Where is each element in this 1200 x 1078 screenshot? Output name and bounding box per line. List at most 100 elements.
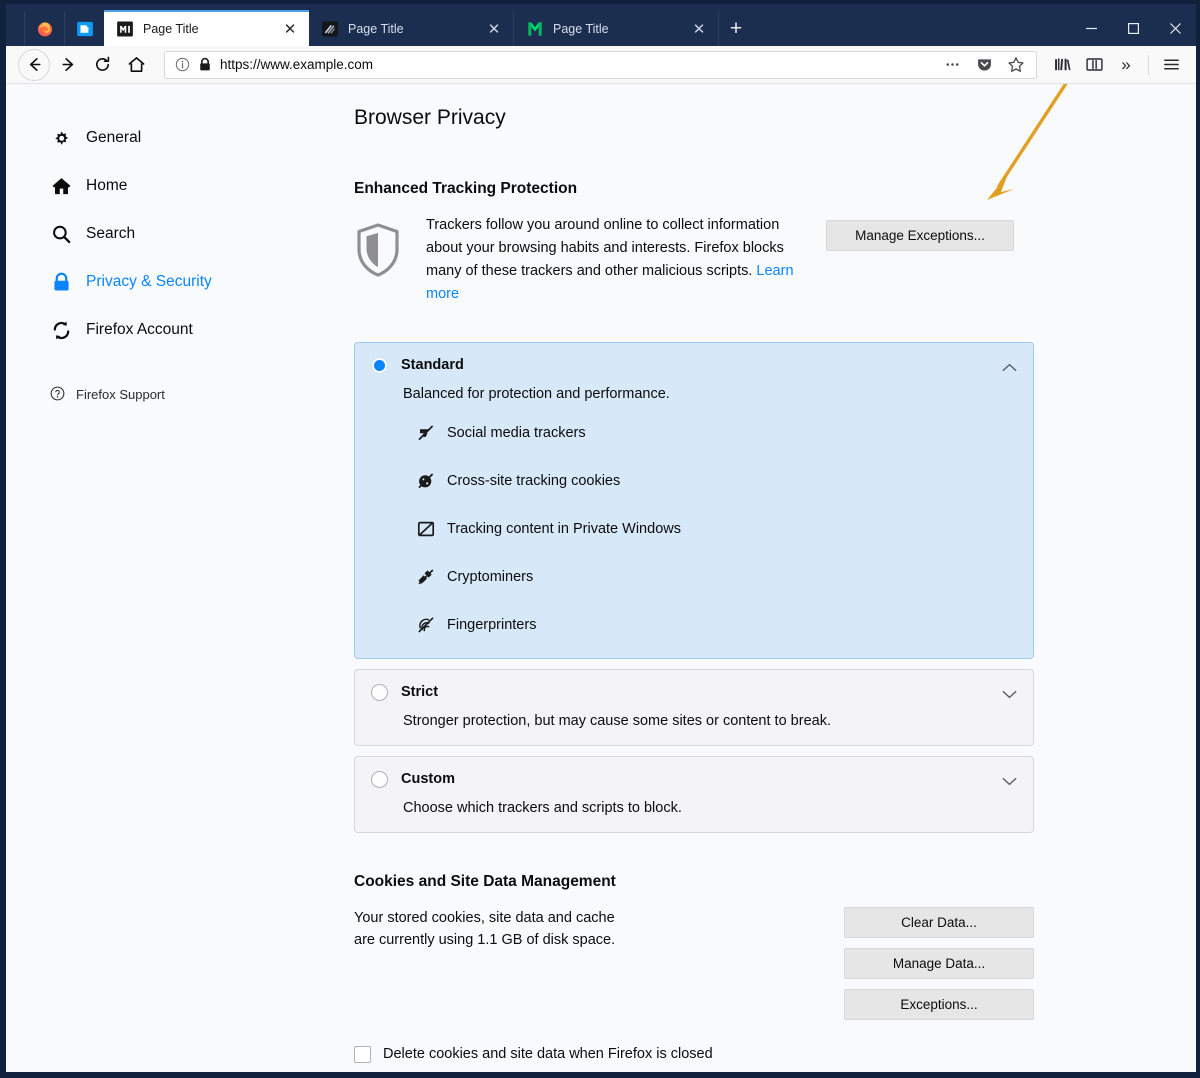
sidebar-support-label: Firefox Support [76,387,165,402]
radio-custom[interactable] [371,771,388,788]
private-window-icon [417,520,435,538]
tab-close-button[interactable]: ✕ [281,20,299,38]
minimize-button[interactable] [1070,11,1112,45]
navigation-toolbar: https://www.example.com [6,46,1196,84]
option-description: Stronger protection, but may cause some … [403,713,1017,729]
home-icon [50,175,72,197]
window-controls [1070,10,1196,46]
tab-title: Page Title [348,22,476,36]
cookies-description: Your stored cookies, site data and cache… [354,907,634,1020]
green-m-favicon [526,20,544,38]
manage-data-button[interactable]: Manage Data... [844,948,1034,979]
delete-on-close-label: Delete cookies and site data when Firefo… [383,1046,713,1062]
maximize-icon [1127,22,1140,35]
tab-2[interactable]: Page Title ✕ [514,12,719,46]
protection-item-fingerprinters: Fingerprinters [417,616,1017,634]
option-label: Standard [401,357,464,373]
sidebar-toggle-button[interactable] [1079,50,1109,80]
tab-1[interactable]: Page Title ✕ [309,12,514,46]
pinned-tab-firefox[interactable] [24,12,64,46]
tab-title: Page Title [553,22,681,36]
protection-level-cards: Standard Balanced for protection and per… [354,342,1034,833]
sidebar-item-privacy-security[interactable]: Privacy & Security [50,258,336,306]
blue-app-icon [76,20,94,38]
maximize-button[interactable] [1112,11,1154,45]
protection-label: Cryptominers [447,569,533,585]
forward-arrow-icon [59,55,78,74]
preferences-sidebar: General Home Search [6,84,336,1072]
library-button[interactable] [1047,50,1077,80]
radio-strict[interactable] [371,684,388,701]
etp-row: Trackers follow you around online to col… [354,214,1196,306]
tab-title: Page Title [143,22,272,36]
card-header: Custom [371,771,1017,788]
card-header: Strict [371,684,1017,701]
chevron-down-icon[interactable] [1002,686,1017,704]
padlock-icon[interactable] [198,57,212,72]
sidebar-item-label: Privacy & Security [86,273,212,291]
minimize-icon [1085,22,1098,35]
sidebar-item-firefox-support[interactable]: Firefox Support [50,386,336,402]
radio-standard[interactable] [371,357,388,374]
protection-option-custom[interactable]: Custom Choose which trackers and scripts… [354,756,1034,833]
back-arrow-icon [25,55,44,74]
page-title: Browser Privacy [354,106,1196,130]
tab-0[interactable]: Page Title ✕ [104,10,309,46]
etp-description-text: Trackers follow you around online to col… [426,217,784,279]
reload-icon [93,55,112,74]
bookmark-button[interactable] [1004,50,1028,80]
etp-heading: Enhanced Tracking Protection [354,180,1196,198]
library-icon [1053,55,1072,74]
window-inner: Page Title ✕ Page Title ✕ Page Title ✕ + [6,4,1196,1072]
delete-on-close-checkbox[interactable] [354,1046,371,1063]
protection-option-standard[interactable]: Standard Balanced for protection and per… [354,342,1034,659]
tab-close-button[interactable]: ✕ [690,20,708,38]
sidebar-item-label: Search [86,225,135,243]
sidebar-item-firefox-account[interactable]: Firefox Account [50,306,336,354]
manage-exceptions-button[interactable]: Manage Exceptions... [826,220,1014,251]
etp-button-column: Manage Exceptions... [826,214,1196,251]
sidebar-item-label: Firefox Account [86,321,193,339]
protection-item-cryptominers: Cryptominers [417,568,1017,586]
reload-button[interactable] [86,49,118,81]
cookies-heading: Cookies and Site Data Management [354,873,1034,891]
sidebar-item-label: General [86,129,141,147]
pocket-button[interactable] [972,50,996,80]
clear-data-button[interactable]: Clear Data... [844,907,1034,938]
protection-item-social-media-trackers: Social media trackers [417,424,1017,442]
close-icon [1169,22,1182,35]
sidebar-toggle-icon [1085,55,1104,74]
cryptominer-icon [417,568,435,586]
home-button[interactable] [120,49,152,81]
page-actions-button[interactable] [940,50,964,80]
back-button[interactable] [18,49,50,81]
shield-icon [354,214,404,283]
sidebar-item-home[interactable]: Home [50,162,336,210]
chevron-down-icon[interactable] [1002,773,1017,791]
sidebar-item-general[interactable]: General [50,114,336,162]
question-circle-icon [50,386,66,402]
url-text[interactable]: https://www.example.com [220,57,932,72]
exceptions-button[interactable]: Exceptions... [844,989,1034,1020]
tab-strip: Page Title ✕ Page Title ✕ Page Title ✕ + [6,4,1196,46]
sidebar-item-label: Home [86,177,127,195]
pinned-tab-blue-app[interactable] [64,12,104,46]
social-tracker-icon [417,424,435,442]
sidebar-item-search[interactable]: Search [50,210,336,258]
chevron-up-icon[interactable] [1002,359,1017,377]
cookies-buttons: Clear Data... Manage Data... Exceptions.… [844,907,1034,1020]
delete-on-close-row[interactable]: Delete cookies and site data when Firefo… [354,1046,1034,1063]
overflow-button[interactable]: » [1111,50,1141,80]
forward-button[interactable] [52,49,84,81]
tab-close-button[interactable]: ✕ [485,20,503,38]
url-bar[interactable]: https://www.example.com [164,51,1037,79]
toolbar-divider [1148,55,1149,75]
info-circle-icon[interactable] [175,57,190,72]
protection-label: Fingerprinters [447,617,536,633]
close-window-button[interactable] [1154,11,1196,45]
new-tab-button[interactable]: + [719,12,753,46]
pocket-icon [976,56,993,73]
lock-icon [50,271,72,293]
protection-option-strict[interactable]: Strict Stronger protection, but may caus… [354,669,1034,746]
app-menu-button[interactable] [1156,50,1186,80]
